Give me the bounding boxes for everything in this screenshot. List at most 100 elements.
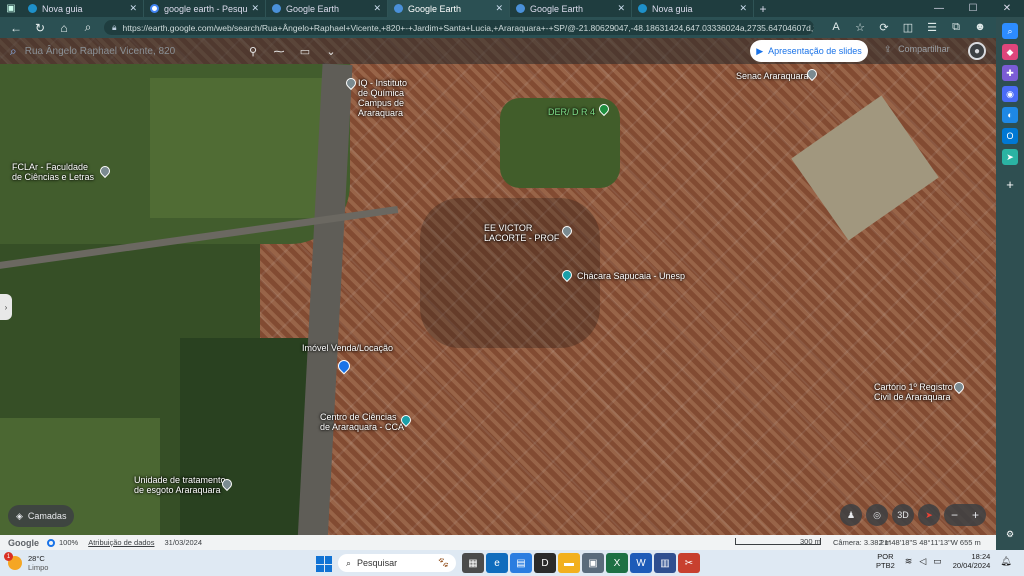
- search-icon[interactable]: ⌕: [76, 20, 100, 35]
- outlook-icon[interactable]: O: [1002, 128, 1018, 144]
- shopping-icon[interactable]: ◆: [1002, 44, 1018, 60]
- search-highlight-icon: 🐾︎: [437, 557, 450, 569]
- tab-label: Google Earth: [286, 3, 340, 14]
- account-avatar[interactable]: ●: [968, 42, 986, 60]
- search-icon[interactable]: ⌕: [1002, 23, 1018, 39]
- person-icon: ●: [973, 45, 981, 57]
- tab-google-earth-2[interactable]: Google Earth ✕: [388, 0, 510, 17]
- share-button[interactable]: ⇪ Compartilhar: [884, 44, 950, 55]
- minimize-button[interactable]: —: [922, 0, 956, 17]
- wifi-icon[interactable]: ≋: [905, 556, 913, 567]
- tab-nova-guia-2[interactable]: Nova guia ✕: [632, 0, 754, 17]
- tab-nova-guia-1[interactable]: Nova guia ✕: [22, 0, 144, 17]
- address-bar: ← ↻ ⌂ ⌕ 🔒︎ https://earth.google.com/web/…: [0, 17, 1024, 38]
- system-tray: POR PTB2 ≋ ◁ ▭ 18:24 20/04/2024 🔔︎: [876, 552, 1012, 570]
- earth-icon: [272, 4, 281, 13]
- weather-condition: Limpo: [28, 563, 49, 572]
- file-explorer-icon[interactable]: ▬: [558, 553, 580, 573]
- zoom-out-button[interactable]: −: [951, 508, 958, 522]
- earth-search-input[interactable]: Rua Ângelo Raphael Vicente, 820: [25, 46, 175, 57]
- notification-bell-icon[interactable]: 🔔︎: [1000, 556, 1011, 567]
- satellite-map[interactable]: IQ - Instituto de Química Campus de Arar…: [0, 38, 996, 535]
- chevron-down-icon[interactable]: ⌄: [318, 45, 344, 58]
- send-icon[interactable]: ➤: [1002, 149, 1018, 165]
- gear-icon[interactable]: ⚙: [1002, 526, 1018, 542]
- taskbar-search[interactable]: ⌕ Pesquisar 🐾︎: [338, 554, 456, 572]
- close-icon[interactable]: ✕: [739, 3, 747, 14]
- pin-icon[interactable]: ⚲: [240, 45, 266, 58]
- collections-icon[interactable]: ⧉: [944, 21, 968, 34]
- weather-widget[interactable]: 1 28°C Limpo: [0, 552, 120, 572]
- favorite-star-icon[interactable]: ☆: [848, 21, 872, 34]
- map-label-iq[interactable]: IQ - Instituto de Química Campus de Arar…: [358, 78, 407, 118]
- compass-icon[interactable]: ➤: [918, 504, 940, 526]
- zoom-level: 100%: [59, 538, 79, 547]
- split-screen-icon[interactable]: ◫: [896, 21, 920, 34]
- add-icon[interactable]: +: [1002, 176, 1018, 192]
- zoom-in-button[interactable]: +: [972, 508, 979, 522]
- map-label-imovel[interactable]: Imóvel Venda/Locação: [302, 343, 393, 353]
- edge-icon[interactable]: e: [486, 553, 508, 573]
- map-label-esgoto[interactable]: Unidade de tratamento de esgoto Araraqua…: [134, 475, 226, 495]
- url-field[interactable]: 🔒︎ https://earth.google.com/web/search/R…: [104, 20, 814, 35]
- data-attribution-link[interactable]: Atribuição de dados: [88, 538, 154, 547]
- store-icon[interactable]: ▤: [510, 553, 532, 573]
- start-button[interactable]: [316, 556, 332, 572]
- back-icon[interactable]: ←: [4, 21, 28, 35]
- photos-icon[interactable]: ▣: [582, 553, 604, 573]
- excel-icon[interactable]: X: [606, 553, 628, 573]
- close-icon[interactable]: ✕: [617, 3, 625, 14]
- tab-strip: ▣ Nova guia ✕ google earth - Pesquisar ✕…: [0, 0, 1024, 17]
- word-icon[interactable]: W: [630, 553, 652, 573]
- app-icon[interactable]: ▥: [654, 553, 676, 573]
- tab-google-earth-1[interactable]: Google Earth ✕: [266, 0, 388, 17]
- profile-icon[interactable]: ☻: [968, 21, 992, 34]
- close-window-button[interactable]: ✕: [990, 0, 1024, 17]
- expand-panel-handle[interactable]: ›: [0, 294, 12, 320]
- favorites-icon[interactable]: ☰: [920, 21, 944, 34]
- refresh-icon[interactable]: ↻: [28, 21, 52, 35]
- map-label-chacara[interactable]: Chácara Sapucaia - Unesp: [577, 271, 685, 281]
- ruler-icon[interactable]: ▭: [292, 45, 318, 58]
- close-icon[interactable]: ✕: [495, 3, 503, 14]
- layers-button[interactable]: ◈ Camadas: [8, 505, 74, 527]
- games-icon[interactable]: ◉: [1002, 86, 1018, 102]
- threed-button[interactable]: 3D: [892, 504, 914, 526]
- reload-extension-icon[interactable]: ⟳: [872, 21, 896, 34]
- earth-search[interactable]: ⌕ Rua Ângelo Raphael Vicente, 820: [0, 44, 240, 59]
- street-view-icon[interactable]: ♟: [840, 504, 862, 526]
- map-label-der[interactable]: DER/ D R 4: [548, 107, 595, 117]
- language-indicator[interactable]: POR PTB2: [876, 552, 895, 570]
- map-label-ee-victor[interactable]: EE VICTOR LACORTE - PROF: [484, 223, 559, 243]
- layers-label: Camadas: [27, 511, 67, 521]
- search-icon: ⌕: [10, 43, 17, 58]
- map-label-senac[interactable]: Senac Araraquara: [736, 71, 809, 81]
- tab-google-search[interactable]: google earth - Pesquisar ✕: [144, 0, 266, 17]
- read-aloud-icon[interactable]: A: [824, 21, 848, 34]
- battery-icon[interactable]: ▭: [933, 556, 942, 567]
- close-icon[interactable]: ✕: [373, 3, 381, 14]
- location-target-icon[interactable]: ◎: [866, 504, 888, 526]
- map-label-cartorio[interactable]: Cartório 1º Registro Civil de Araraquara: [874, 382, 953, 402]
- path-icon[interactable]: ⁓: [266, 45, 292, 58]
- tools-icon[interactable]: ✚: [1002, 65, 1018, 81]
- task-view-icon[interactable]: ▦: [462, 553, 484, 573]
- tab-actions-icon[interactable]: ▣: [0, 0, 22, 17]
- maximize-button[interactable]: ☐: [956, 0, 990, 17]
- dell-icon[interactable]: D: [534, 553, 556, 573]
- new-tab-button[interactable]: +: [754, 0, 772, 17]
- volume-icon[interactable]: ◁: [919, 556, 926, 567]
- close-icon[interactable]: ✕: [129, 3, 137, 14]
- edge-sidebar: ⌕ ◆ ✚ ◉ ◐ O ➤ + ⚙: [996, 17, 1024, 550]
- snipping-tool-icon[interactable]: ✂: [678, 553, 700, 573]
- tab-label: Nova guia: [42, 3, 83, 14]
- office-icon[interactable]: ◐: [1002, 107, 1018, 123]
- tab-google-earth-3[interactable]: Google Earth ✕: [510, 0, 632, 17]
- close-icon[interactable]: ✕: [251, 3, 259, 14]
- map-label-cca[interactable]: Centro de Ciências de Araraquara - CCA: [320, 412, 404, 432]
- clock[interactable]: 18:24 20/04/2024: [953, 552, 991, 570]
- slideshow-button[interactable]: ▶ Apresentação de slides: [750, 40, 868, 62]
- map-label-fclar[interactable]: FCLAr - Faculdade de Ciências e Letras: [12, 162, 94, 182]
- home-icon[interactable]: ⌂: [52, 21, 76, 35]
- slideshow-icon: ▶: [756, 45, 764, 56]
